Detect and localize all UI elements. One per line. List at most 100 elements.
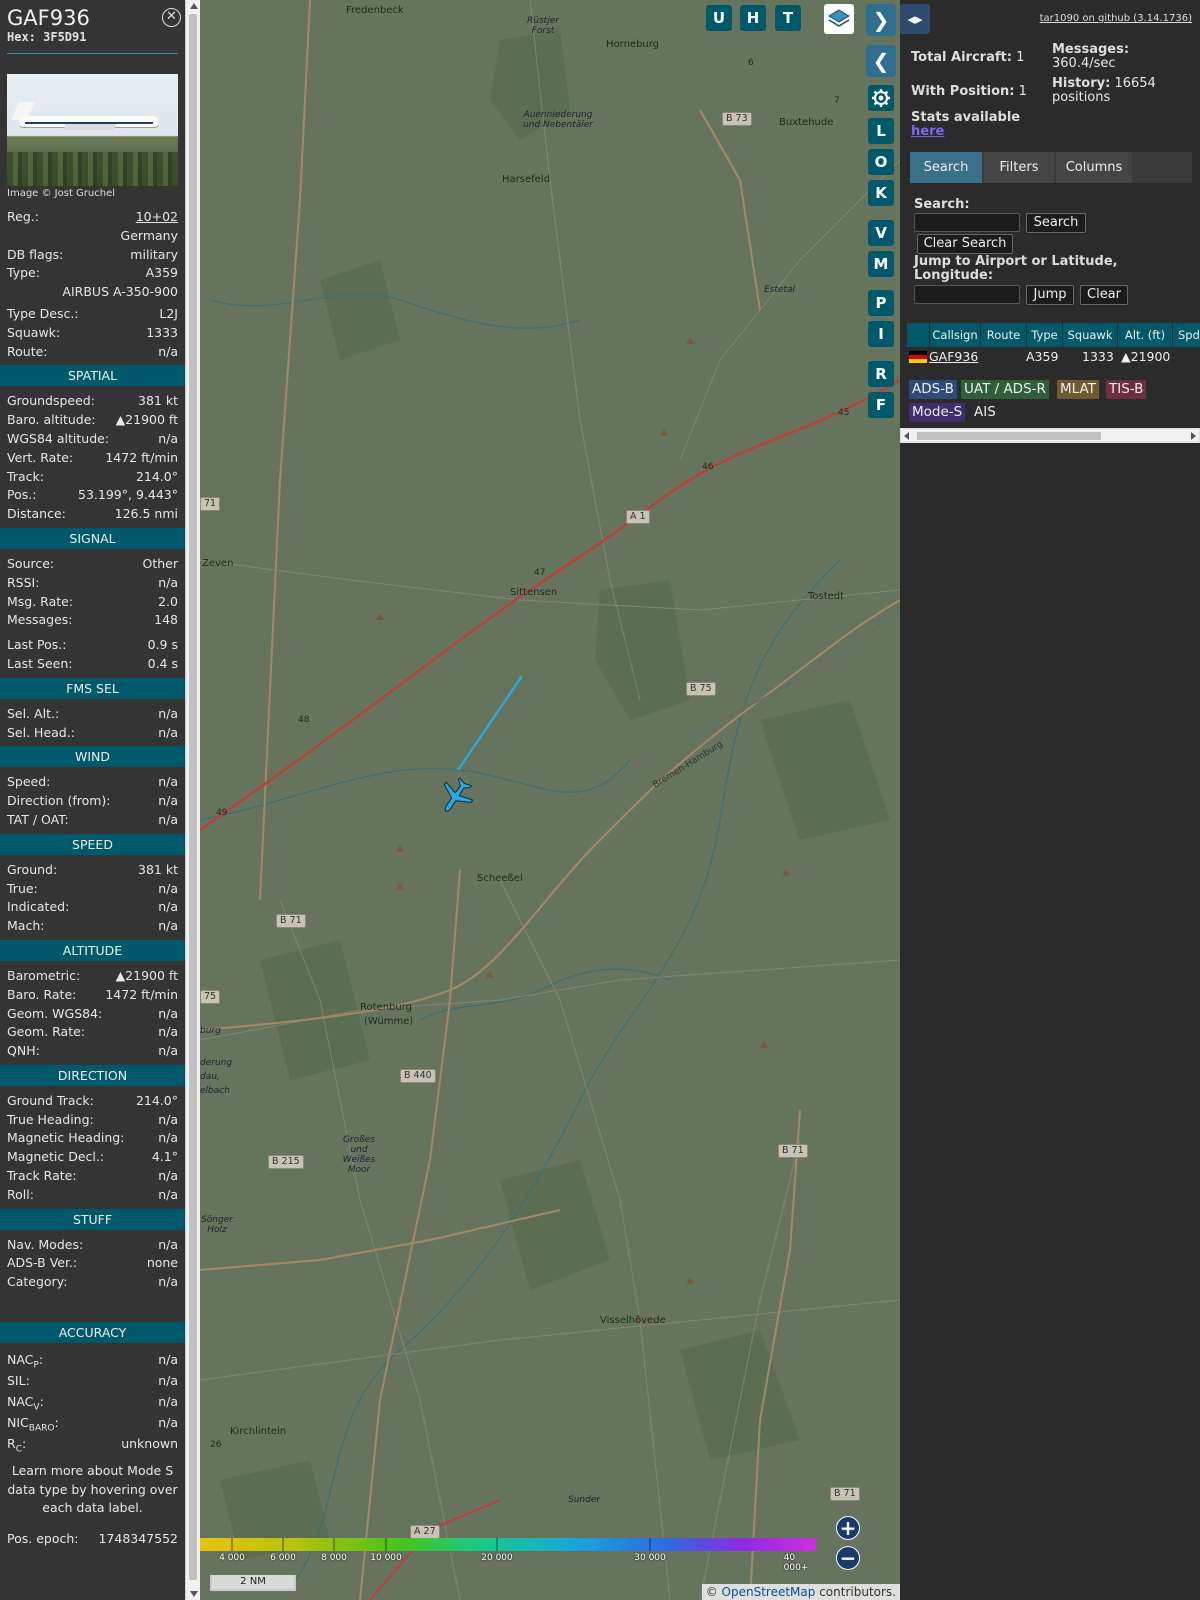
altitude-legend-ticks: [231, 1538, 651, 1551]
info-value: 126.5 nmi: [114, 506, 178, 522]
info-row-nacv: NACV: n/a: [0, 1391, 185, 1413]
map-view[interactable]: Fredenbeck Horneburg Buxtehude Harsefeld…: [200, 0, 900, 1600]
info-label: Baro. Rate:: [7, 986, 77, 1002]
toggle-m-button[interactable]: M: [868, 251, 894, 277]
map-place-label: Horneburg: [606, 39, 660, 50]
layers-icon[interactable]: [824, 4, 854, 34]
info-row: Speed: n/a: [0, 773, 185, 792]
road-number: 49: [216, 808, 228, 818]
clear-search-button[interactable]: Clear Search: [917, 234, 1013, 254]
toggle-t-button[interactable]: T: [775, 5, 801, 31]
info-panel-scrollbar[interactable]: [185, 0, 200, 1600]
photo-wing-shape: [63, 124, 117, 130]
road-number: 6: [748, 58, 754, 68]
info-label: R: [7, 1436, 16, 1452]
info-row: Sel. Alt.: n/a: [0, 705, 185, 724]
info-label: Last Pos.:: [7, 637, 67, 653]
toggle-r-button[interactable]: R: [868, 361, 894, 387]
plus-icon[interactable]: +: [836, 1516, 860, 1540]
table-header-callsign[interactable]: Callsign: [930, 323, 981, 347]
osm-link[interactable]: OpenStreetMap: [722, 1585, 816, 1599]
info-value: Other: [142, 555, 179, 571]
scroll-up-icon[interactable]: [190, 3, 198, 9]
search-input[interactable]: [914, 213, 1020, 232]
jump-button[interactable]: Jump: [1026, 285, 1074, 305]
map-nature-label: elbach: [200, 1086, 230, 1096]
table-header-route[interactable]: Route: [981, 323, 1027, 347]
info-label: Distance:: [7, 506, 66, 522]
table-header-speed[interactable]: Spd: [1173, 323, 1200, 347]
info-row: Groundspeed: 381 kt: [0, 392, 185, 411]
info-label: Ground Track:: [7, 1092, 94, 1108]
info-row: Track: 214.0°: [0, 468, 185, 487]
altitude-tick: 20 000: [481, 1553, 513, 1563]
info-value: 214.0°: [135, 1092, 178, 1108]
toggle-l-button[interactable]: L: [868, 118, 894, 144]
info-value: n/a: [158, 1168, 178, 1184]
road-shield: B 71: [276, 914, 306, 928]
road-shield: B 73: [722, 112, 752, 126]
toggle-v-button[interactable]: V: [868, 220, 894, 246]
table-header-flag[interactable]: [907, 323, 930, 347]
expand-collapse-icon[interactable]: ◂▸: [900, 4, 930, 34]
jump-clear-button[interactable]: Clear: [1080, 285, 1128, 305]
info-value: n/a: [158, 774, 178, 790]
map-scale: 2 NM: [210, 1575, 296, 1591]
info-value: 381 kt: [138, 393, 178, 409]
search-button[interactable]: Search: [1026, 213, 1086, 233]
info-value: n/a: [158, 1274, 178, 1290]
registration-link[interactable]: 10+02: [136, 208, 178, 227]
airplane-icon[interactable]: [436, 776, 476, 816]
table-horizontal-scrollbar[interactable]: [900, 428, 1200, 443]
info-label: Mach:: [7, 918, 45, 934]
table-header-squawk[interactable]: Squawk: [1063, 323, 1118, 347]
altitude-tick: 40 000+: [783, 1553, 809, 1573]
jump-input[interactable]: [914, 285, 1020, 304]
section-stuff: STUFF: [0, 1208, 185, 1230]
close-icon[interactable]: ✕: [162, 8, 181, 27]
map-place-label: Harsefeld: [502, 174, 550, 185]
info-value: 1333: [146, 324, 178, 340]
info-row: Mach: n/a: [0, 917, 185, 936]
stats-here-link[interactable]: here: [911, 124, 944, 139]
scroll-down-icon[interactable]: [190, 1591, 198, 1597]
scrollbar-thumb[interactable]: [917, 432, 1101, 440]
scroll-left-icon[interactable]: [904, 432, 909, 440]
table-header-type[interactable]: Type: [1027, 323, 1063, 347]
aircraft-photo[interactable]: [7, 74, 178, 186]
map-nature-label: dau,: [200, 1072, 220, 1082]
aircraft-info-panel: GAF936 Hex: 3F5D91 ✕ Image © Jost Gruche…: [0, 0, 185, 1600]
info-label: Pos. epoch:: [7, 1530, 79, 1546]
chevron-left-icon[interactable]: ❮: [866, 45, 896, 77]
info-row-nacp: NACP: n/a: [0, 1349, 185, 1371]
info-row: Messages: 148: [0, 611, 185, 630]
info-row: Baro. Rate: 1472 ft/min: [0, 986, 185, 1005]
toggle-o-button[interactable]: O: [868, 149, 894, 175]
table-header-altitude[interactable]: Alt. (ft): [1118, 323, 1173, 347]
toggle-u-button[interactable]: U: [706, 5, 732, 31]
chevron-right-icon[interactable]: ❯: [866, 4, 896, 36]
tab-filters[interactable]: Filters: [984, 152, 1054, 183]
altitude-tick: 30 000: [634, 1553, 666, 1563]
info-label: RSSI:: [7, 574, 40, 590]
scrollbar-thumb[interactable]: [189, 14, 197, 1580]
toggle-p-button[interactable]: P: [868, 290, 894, 316]
info-value: unknown: [121, 1436, 178, 1452]
gear-icon[interactable]: [868, 85, 894, 111]
toggle-i-button[interactable]: I: [868, 321, 894, 347]
aircraft-callsign: GAF936: [7, 6, 90, 30]
tab-search[interactable]: Search: [910, 152, 982, 183]
tab-columns[interactable]: Columns: [1056, 152, 1132, 183]
info-row: Indicated: n/a: [0, 898, 185, 917]
table-cell-callsign[interactable]: GAF936: [929, 347, 978, 367]
toggle-f-button[interactable]: F: [868, 392, 894, 418]
info-label: Speed:: [7, 774, 51, 790]
scroll-right-icon[interactable]: [1191, 432, 1196, 440]
minus-icon[interactable]: −: [836, 1546, 860, 1570]
info-row: ADS-B Ver.: none: [0, 1254, 185, 1273]
germany-flag-icon: [909, 351, 927, 363]
github-link[interactable]: tar1090 on github (3.14.1736): [1040, 13, 1192, 24]
toggle-h-button[interactable]: H: [740, 5, 766, 31]
toggle-k-button[interactable]: K: [868, 180, 894, 206]
info-label: NAC: [7, 1352, 34, 1368]
